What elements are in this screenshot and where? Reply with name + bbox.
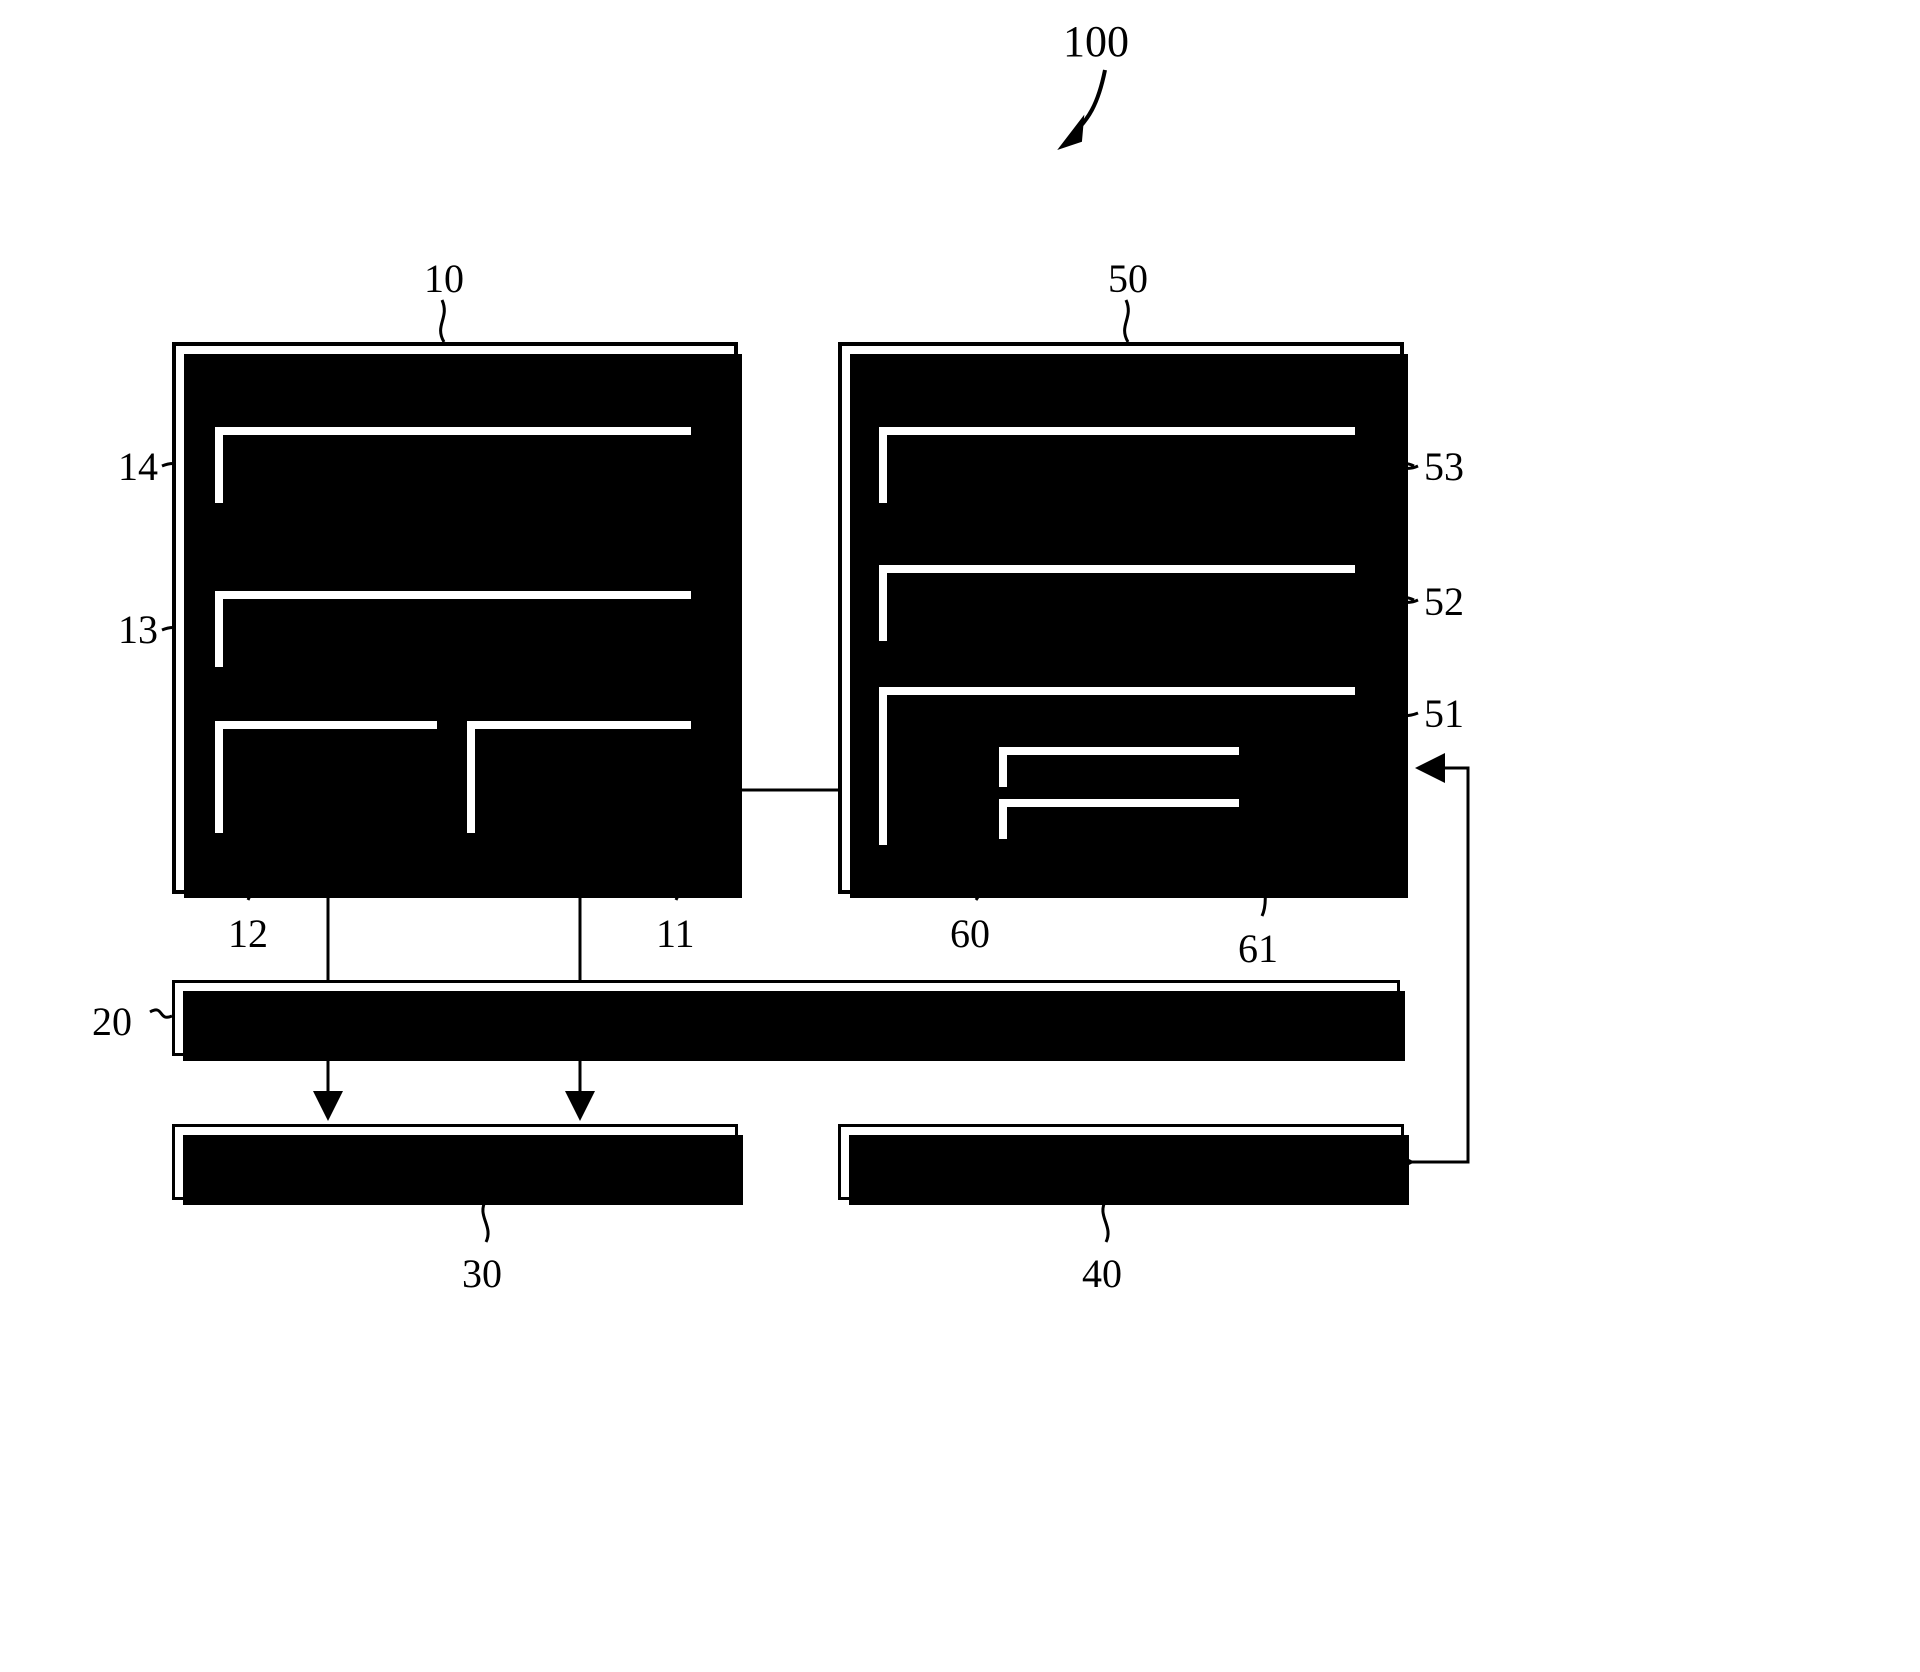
ref-numeral-52: 52	[1424, 579, 1464, 624]
ref-numeral-40: 40	[1082, 1251, 1122, 1296]
ref-numeral-53: 53	[1424, 444, 1464, 489]
second-driver-label-line2: DRIVER	[257, 775, 395, 816]
first-memory-box[interactable]: FIRST MEMORY	[172, 1124, 743, 1205]
ref-numeral-11: 11	[656, 911, 695, 956]
write-unit-box[interactable]: WRITE UNIT	[996, 796, 1247, 847]
first-application-box[interactable]: FIRST APPLICATION	[212, 424, 699, 511]
ref-numeral-50: 50	[1108, 256, 1148, 301]
second-driver-label-line1: SECOND	[251, 736, 401, 778]
leader-30	[481, 1199, 490, 1243]
ref-numeral-100: 100	[1063, 17, 1129, 66]
patent-figure-canvas: 100 HOST OS FIRST APPLICATION FIRST FILE…	[0, 0, 1920, 1672]
leader-20	[149, 1008, 173, 1019]
first-driver-label-line2: DRIVER	[510, 775, 648, 816]
second-memory-box[interactable]: SECOND MEMORY	[838, 1124, 1409, 1205]
ref-numeral-60: 60	[950, 911, 990, 956]
leader-50	[1123, 299, 1130, 343]
second-file-system-box[interactable]: SECOND FILE SYSTEM	[876, 562, 1363, 649]
leader-40	[1101, 1199, 1110, 1243]
ref-numeral-14: 14	[118, 444, 158, 489]
second-driver-box[interactable]: SECOND DRIVER	[212, 718, 445, 841]
first-driver-box[interactable]: FIRST DRIVER	[464, 718, 699, 841]
first-driver-label-line1: FIRST	[528, 736, 630, 778]
guest-os-title: GUEST OS	[1033, 360, 1209, 401]
first-file-system-box[interactable]: FIRST FILE SYSTEM	[212, 588, 699, 675]
ref-numeral-20: 20	[92, 999, 132, 1044]
ref-numeral-30: 30	[462, 1251, 502, 1296]
ref-numeral-51: 51	[1424, 691, 1464, 736]
leader-10	[439, 299, 446, 343]
third-driver-label: THIRD DRIVER	[986, 697, 1247, 738]
ref-numeral-12: 12	[228, 911, 268, 956]
figure-100-arrowhead	[1057, 114, 1085, 150]
ref-numeral-13: 13	[118, 607, 158, 652]
ref-numeral-61: 61	[1238, 926, 1278, 971]
second-application-box[interactable]: SECOND APPLICATION	[876, 424, 1363, 511]
third-driver-second-memory-link	[1385, 753, 1470, 1177]
figure-100-arrow	[1070, 69, 1107, 137]
vmm-box[interactable]: VMM: VIRTUAL MACHINE MONITOR	[172, 980, 1405, 1061]
read-unit-box[interactable]: READ UNIT	[996, 744, 1247, 795]
ref-numeral-10: 10	[424, 256, 464, 301]
host-os-title: HOST OS	[378, 360, 532, 401]
